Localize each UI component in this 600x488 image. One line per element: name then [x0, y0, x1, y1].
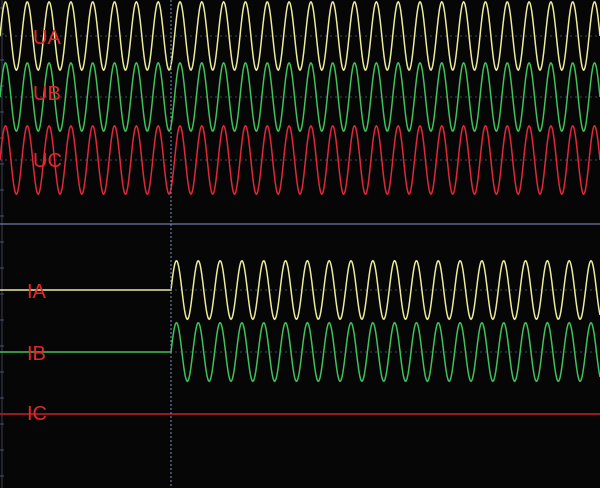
channel-label-ia: IA [27, 281, 46, 303]
waveform-viewer[interactable]: UA UB UC IA IB IC [0, 0, 600, 488]
channel-label-ua: UA [33, 27, 61, 49]
channel-label-ic: IC [27, 403, 47, 425]
channel-label-ub: UB [33, 83, 61, 105]
channel-label-uc: UC [33, 150, 62, 172]
waveform-canvas[interactable] [0, 0, 600, 488]
channel-label-ib: IB [27, 343, 46, 365]
